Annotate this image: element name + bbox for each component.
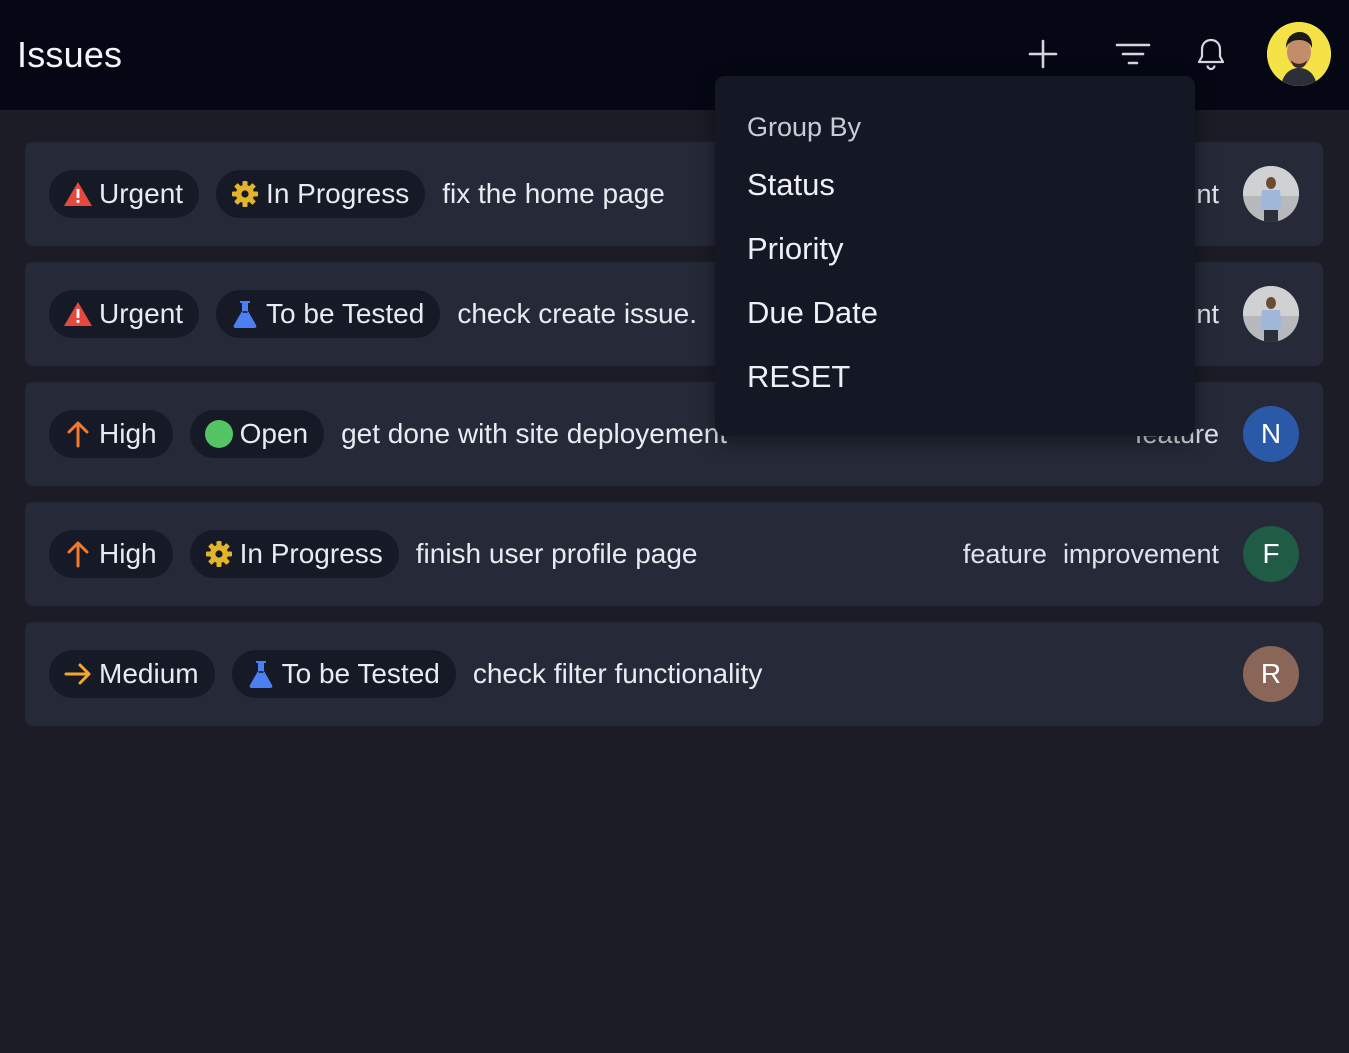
- status-badge[interactable]: To be Tested: [216, 290, 441, 338]
- issue-title[interactable]: finish user profile page: [416, 538, 698, 570]
- page-title: Issues: [17, 34, 123, 75]
- flask-icon: [246, 659, 276, 689]
- group-by-due-date-option[interactable]: Due Date: [747, 293, 1195, 357]
- group-by-menu: Group By Status Priority Due Date RESET: [715, 76, 1195, 436]
- assignee-avatar[interactable]: N: [1243, 406, 1299, 462]
- status-badge[interactable]: Open: [189, 410, 325, 458]
- status-badge[interactable]: In Progress: [216, 170, 426, 218]
- tag-list: nt: [1196, 142, 1219, 246]
- status-label: Open: [239, 418, 309, 449]
- issue-row[interactable]: Medium To be Tested check filter functio…: [25, 622, 1323, 726]
- priority-label: High: [99, 538, 157, 569]
- status-label: To be Tested: [266, 298, 425, 329]
- priority-label: Medium: [99, 658, 199, 689]
- group-by-status-option[interactable]: Status: [747, 165, 1195, 229]
- dot-icon: [204, 419, 234, 449]
- group-by-heading: Group By: [747, 112, 862, 142]
- flask-icon: [230, 299, 260, 329]
- assignee-avatar[interactable]: [1243, 286, 1299, 342]
- group-by-reset-option[interactable]: RESET: [747, 357, 1195, 421]
- assignee-avatar[interactable]: F: [1243, 526, 1299, 582]
- group-by-priority-option[interactable]: Priority: [747, 229, 1195, 293]
- issue-title[interactable]: fix the home page: [442, 178, 665, 210]
- filter-icon[interactable]: [1112, 33, 1154, 75]
- user-avatar[interactable]: [1267, 22, 1331, 86]
- arrow-up-icon: [63, 419, 93, 449]
- tag-list: nt: [1196, 262, 1219, 366]
- warning-icon: [63, 179, 93, 209]
- issue-title[interactable]: check create issue.: [457, 298, 697, 330]
- priority-badge[interactable]: Urgent: [49, 170, 200, 218]
- priority-badge[interactable]: High: [49, 530, 173, 578]
- issue-title[interactable]: get done with site deployement: [341, 418, 727, 450]
- tag[interactable]: improvement: [1063, 539, 1219, 570]
- tag[interactable]: nt: [1196, 179, 1219, 210]
- assignee-avatar[interactable]: R: [1243, 646, 1299, 702]
- tag[interactable]: feature: [963, 539, 1047, 570]
- gear-icon: [204, 539, 234, 569]
- priority-badge[interactable]: High: [49, 410, 173, 458]
- bell-icon[interactable]: [1190, 33, 1232, 75]
- priority-label: Urgent: [99, 178, 184, 209]
- priority-label: Urgent: [99, 298, 184, 329]
- status-label: In Progress: [266, 178, 410, 209]
- priority-badge[interactable]: Urgent: [49, 290, 200, 338]
- tag-list: feature improvement: [963, 502, 1219, 606]
- issue-title[interactable]: check filter functionality: [473, 658, 762, 690]
- warning-icon: [63, 299, 93, 329]
- priority-badge[interactable]: Medium: [49, 650, 215, 698]
- status-badge[interactable]: To be Tested: [231, 650, 456, 698]
- gear-icon: [230, 179, 260, 209]
- status-label: To be Tested: [281, 658, 440, 689]
- assignee-avatar[interactable]: [1243, 166, 1299, 222]
- plus-icon[interactable]: [1022, 33, 1064, 75]
- status-badge[interactable]: In Progress: [189, 530, 399, 578]
- arrow-up-icon: [63, 539, 93, 569]
- priority-label: High: [99, 418, 157, 449]
- arrow-right-icon: [63, 659, 93, 689]
- tag[interactable]: nt: [1196, 299, 1219, 330]
- status-label: In Progress: [239, 538, 383, 569]
- issue-row[interactable]: High In Progress finish user profile pag…: [25, 502, 1323, 606]
